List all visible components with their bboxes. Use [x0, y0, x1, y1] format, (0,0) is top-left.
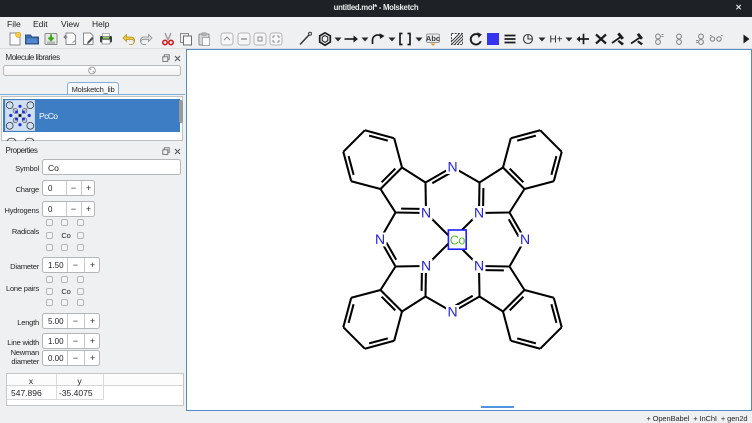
svg-text:H+: H+ — [549, 35, 562, 46]
svg-text:N: N — [374, 231, 384, 247]
svg-text:N: N — [420, 204, 430, 220]
svg-text:N: N — [447, 303, 457, 319]
svg-text:N: N — [473, 257, 483, 273]
svg-text:N: N — [519, 231, 529, 247]
svg-text:Co: Co — [449, 233, 465, 247]
svg-text:N: N — [420, 257, 430, 273]
svg-text:N: N — [473, 204, 483, 220]
svg-text:N: N — [447, 158, 457, 174]
svg-text:Abc: Abc — [426, 34, 440, 43]
